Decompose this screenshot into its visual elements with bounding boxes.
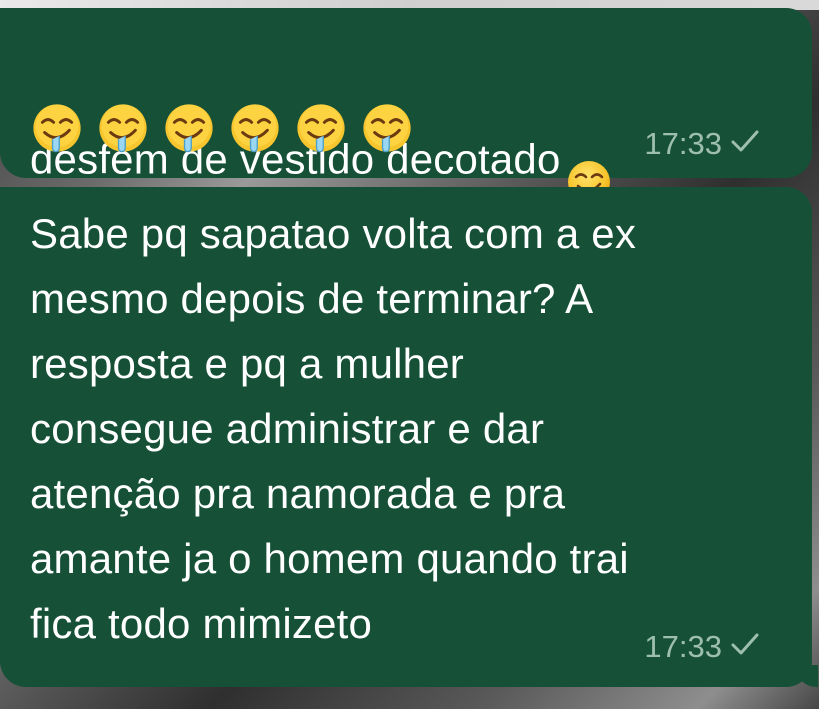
- drooling-face-icon: [162, 101, 216, 160]
- message-bubble-2[interactable]: Sabe pq sapatao volta com a ex mesmo dep…: [0, 187, 818, 687]
- drooling-face-icon: [228, 101, 282, 160]
- bubble-tail: [796, 665, 818, 687]
- drooling-face-icon: [360, 101, 414, 160]
- message-meta-1: 17:33: [644, 126, 760, 162]
- sent-check-icon: [730, 126, 760, 162]
- message-bubble-1[interactable]: desfem de vestido decotado 17:33: [0, 8, 812, 204]
- drooling-face-icon: [294, 101, 348, 160]
- drooling-face-icon: [30, 101, 84, 160]
- message-meta-2: 17:33: [644, 629, 760, 665]
- drooling-face-icon: [96, 101, 150, 160]
- timestamp: 17:33: [644, 629, 722, 664]
- timestamp: 17:33: [644, 126, 722, 161]
- emoji-row: [30, 101, 414, 160]
- message-text-2: Sabe pq sapatao volta com a ex mesmo dep…: [30, 210, 637, 647]
- sent-check-icon: [730, 629, 760, 665]
